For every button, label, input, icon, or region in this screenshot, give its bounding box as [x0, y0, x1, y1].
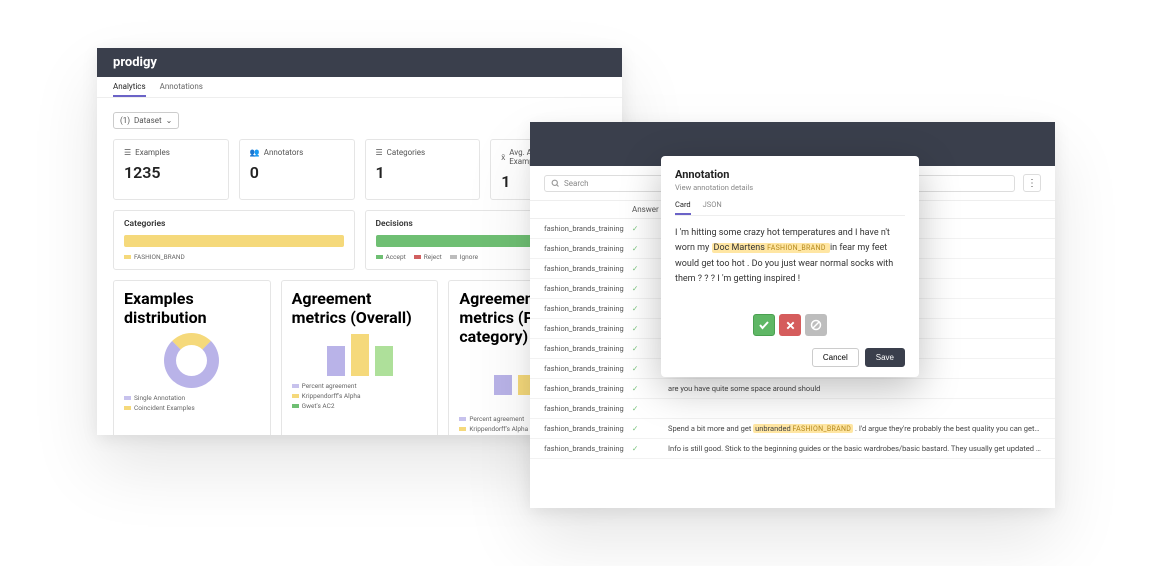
dataset-cell: fashion_brands_training: [544, 404, 632, 413]
dataset-cell: fashion_brands_training: [544, 244, 632, 253]
table-row[interactable]: fashion_brands_training✓Spend a bit more…: [530, 419, 1055, 439]
modal-subtitle: View annotation details: [675, 183, 905, 192]
main-tabs: Analytics Annotations: [97, 77, 622, 98]
save-button[interactable]: Save: [865, 348, 905, 367]
search-placeholder: Search: [564, 179, 589, 188]
kpi-examples: ☰ Examples 1235: [113, 139, 229, 200]
distribution-card: Examples distribution Single Annotation …: [113, 280, 271, 435]
example-cell: Spend a bit more and get unbranded FASHI…: [668, 424, 1041, 433]
kpi-value: 0: [250, 163, 344, 182]
metrics-overall-card: Agreement metrics (Overall) Percent agre…: [281, 280, 439, 435]
categories-card: Categories FASHION_BRAND: [113, 210, 355, 270]
menu-button[interactable]: ⋮: [1023, 174, 1041, 192]
kpi-annotators: 👥 Annotators 0: [239, 139, 355, 200]
users-icon: 👥: [250, 148, 260, 157]
legend-accept: Accept: [376, 253, 406, 261]
average-icon: x̄: [501, 153, 505, 162]
legend-item: Percent agreement: [292, 382, 428, 390]
legend-item: Krippendorff's Alpha: [292, 392, 428, 400]
card-title: Agreement metrics (Overall): [292, 289, 428, 327]
dataset-cell: fashion_brands_training: [544, 284, 632, 293]
dataset-cell: fashion_brands_training: [544, 424, 632, 433]
dataset-cell: fashion_brands_training: [544, 344, 632, 353]
card-title: Categories: [124, 219, 344, 229]
modal-title: Annotation: [675, 168, 905, 181]
entity-highlight: Doc Martens FASHION_BRAND: [712, 243, 830, 253]
modal-tabs: Card JSON: [675, 200, 905, 216]
tag-icon: ☰: [376, 148, 383, 157]
chevron-down-icon: ⌄: [166, 116, 173, 125]
answer-cell: ✓: [632, 444, 668, 453]
search-icon: [551, 179, 560, 188]
table-row[interactable]: fashion_brands_training✓Info is still go…: [530, 439, 1055, 459]
legend-item: Coincident Examples: [124, 404, 260, 412]
answer-cell: ✓: [632, 384, 668, 393]
accept-button[interactable]: [753, 314, 775, 336]
tab-annotations[interactable]: Annotations: [160, 82, 203, 97]
table-row[interactable]: fashion_brands_training✓are you have qui…: [530, 379, 1055, 399]
answer-cell: ✓: [632, 404, 668, 413]
app-title: prodigy: [97, 48, 622, 77]
kpi-value: 1: [376, 163, 470, 182]
kpi-label: Categories: [387, 148, 426, 157]
dataset-cell: fashion_brands_training: [544, 224, 632, 233]
answer-cell: ✓: [632, 424, 668, 433]
tab-analytics[interactable]: Analytics: [113, 82, 146, 97]
example-cell: are you have quite some space around sho…: [668, 384, 1041, 393]
kpi-label: Examples: [135, 148, 170, 157]
entity-highlight: unbranded FASHION_BRAND: [753, 424, 853, 433]
metrics-overall-bars: [292, 331, 428, 376]
kpi-value: 1235: [124, 163, 218, 182]
legend-reject: Reject: [414, 253, 442, 261]
kpi-categories: ☰ Categories 1: [365, 139, 481, 200]
dataset-cell: fashion_brands_training: [544, 364, 632, 373]
check-icon: [758, 319, 770, 331]
reject-button[interactable]: [779, 314, 801, 336]
decision-buttons: [675, 314, 905, 336]
ban-icon: [810, 319, 822, 331]
dataset-cell: fashion_brands_training: [544, 384, 632, 393]
annotation-modal: Annotation View annotation details Card …: [661, 156, 919, 377]
modal-tab-card[interactable]: Card: [675, 200, 691, 215]
card-title: Examples distribution: [124, 289, 260, 327]
close-icon: [785, 320, 796, 331]
menu-icon: ⋮: [1027, 178, 1037, 189]
dataset-cell: fashion_brands_training: [544, 304, 632, 313]
example-cell: Info is still good. Stick to the beginni…: [668, 444, 1041, 453]
legend-item: FASHION_BRAND: [124, 253, 185, 261]
categories-bar: [124, 235, 344, 247]
entity-tag: FASHION_BRAND: [767, 244, 826, 252]
dataset-label: Dataset: [134, 116, 162, 125]
cancel-button[interactable]: Cancel: [812, 348, 859, 367]
distribution-donut: [164, 333, 219, 388]
skip-button[interactable]: [805, 314, 827, 336]
legend-item: Single Annotation: [124, 394, 260, 402]
legend-ignore: Ignore: [450, 253, 478, 261]
list-icon: ☰: [124, 148, 131, 157]
dataset-cell: fashion_brands_training: [544, 444, 632, 453]
dataset-cell: fashion_brands_training: [544, 324, 632, 333]
modal-tab-json[interactable]: JSON: [703, 200, 722, 215]
kpi-label: Annotators: [264, 148, 304, 157]
dataset-selector[interactable]: (1) Dataset ⌄: [113, 112, 179, 129]
annotation-text: I 'm hitting some crazy hot temperatures…: [675, 226, 905, 296]
table-row[interactable]: fashion_brands_training✓: [530, 399, 1055, 419]
dataset-count: (1): [120, 116, 130, 125]
dataset-cell: fashion_brands_training: [544, 264, 632, 273]
legend-item: Gwet's AC2: [292, 402, 428, 410]
